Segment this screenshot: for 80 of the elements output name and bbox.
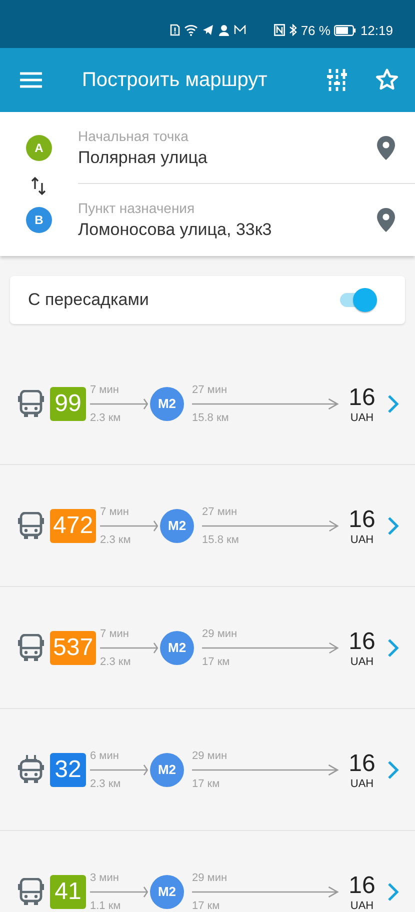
person-icon: [218, 24, 230, 36]
leg-time: 7 мин: [100, 506, 130, 518]
chevron-right-icon: [387, 516, 399, 536]
leg-distance: 2.3 км: [90, 778, 122, 790]
arrow-icon: [90, 764, 148, 776]
metro-distance: 17 км: [202, 656, 231, 668]
metro-line-badge: M2: [150, 752, 184, 786]
leg-time: 7 мин: [90, 384, 120, 396]
battery-percent: 76 %: [300, 22, 330, 38]
price: 16: [348, 628, 376, 656]
battery-icon: [334, 24, 356, 36]
metro-time: 27 мин: [192, 384, 228, 396]
metro-time: 27 мин: [202, 506, 238, 518]
price: 16: [348, 872, 376, 900]
bus-icon: [18, 878, 44, 906]
arrow-icon: [202, 520, 339, 532]
sim-icon: [170, 24, 180, 36]
metro-line-badge: M2: [160, 508, 194, 542]
telegram-icon: [202, 24, 214, 36]
point-marker: B: [26, 207, 52, 233]
route-number-badge: 537: [50, 630, 96, 664]
metro-distance: 17 км: [192, 778, 221, 790]
wifi-icon: [184, 24, 198, 36]
bus-icon: [18, 512, 44, 540]
arrow-icon: [192, 764, 339, 776]
currency: UAH: [350, 534, 374, 546]
price: 16: [348, 384, 376, 412]
nfc-icon: [274, 24, 285, 36]
settings-icon[interactable]: [327, 69, 347, 91]
swap-icon[interactable]: [31, 176, 47, 196]
mail-icon: [234, 25, 246, 35]
metro-time: 29 мин: [192, 750, 228, 762]
chevron-right-icon: [387, 882, 399, 902]
leg-distance: 2.3 км: [100, 534, 132, 546]
leg-time: 7 мин: [100, 628, 130, 640]
arrow-icon: [202, 642, 339, 654]
arrow-icon: [90, 398, 148, 410]
metro-distance: 17 км: [192, 900, 221, 912]
arrow-icon: [90, 886, 148, 898]
metro-time: 29 мин: [192, 872, 228, 884]
leg-distance: 2.3 км: [90, 412, 122, 424]
currency: UAH: [350, 900, 374, 912]
route-number-badge: 32: [50, 752, 86, 786]
address-field[interactable]: Пункт назначения Ломоносова улица, 33к3: [78, 184, 367, 256]
menu-icon[interactable]: [20, 72, 42, 88]
metro-time: 29 мин: [202, 628, 238, 640]
leg-time: 6 мин: [90, 750, 120, 762]
address-field[interactable]: Начальная точка Полярная улица: [78, 112, 367, 183]
metro-line-badge: M2: [150, 386, 184, 420]
trolleybus-icon: [18, 754, 44, 784]
screen-title: Построить маршрут: [82, 68, 268, 92]
arrow-icon: [192, 398, 339, 410]
route-number-badge: 99: [50, 386, 86, 420]
clock: 12:19: [360, 22, 393, 38]
price: 16: [348, 506, 376, 534]
arrow-icon: [100, 520, 158, 532]
bluetooth-icon: [288, 24, 297, 36]
leg-distance: 1.1 км: [90, 900, 122, 912]
route-number-badge: 472: [50, 508, 96, 542]
price: 16: [348, 750, 376, 778]
bus-icon: [18, 634, 44, 662]
metro-distance: 15.8 км: [202, 534, 240, 546]
route-number-badge: 41: [50, 874, 86, 908]
chevron-right-icon: [387, 638, 399, 658]
metro-line-badge: M2: [160, 630, 194, 664]
chevron-right-icon: [387, 394, 399, 414]
point-marker: A: [26, 135, 52, 161]
star-icon[interactable]: [375, 68, 399, 92]
currency: UAH: [350, 778, 374, 790]
leg-time: 3 мин: [90, 872, 120, 884]
currency: UAH: [350, 656, 374, 668]
metro-line-badge: M2: [150, 874, 184, 908]
transfers-label: С пересадками: [28, 290, 149, 310]
arrow-icon: [192, 886, 339, 898]
bus-icon: [18, 390, 44, 418]
arrow-icon: [100, 642, 158, 654]
currency: UAH: [350, 412, 374, 424]
chevron-right-icon: [387, 760, 399, 780]
leg-distance: 2.3 км: [100, 656, 132, 668]
metro-distance: 15.8 км: [192, 412, 230, 424]
